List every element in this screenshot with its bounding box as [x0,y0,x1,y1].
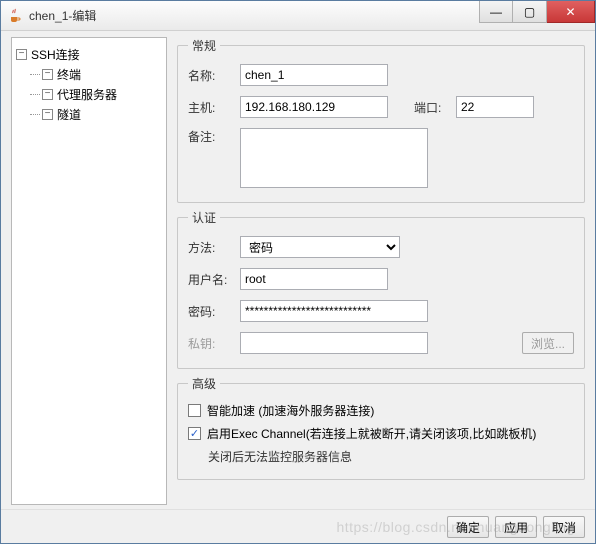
general-legend: 常规 [188,37,220,54]
dialog-window: chen_1-编辑 — ▢ ✕ − SSH连接 − 终端 − 代理服务器 [0,0,596,544]
tree-label: 代理服务器 [57,86,117,103]
exec-label: 启用Exec Channel(若连接上就被断开,请关闭该项,比如跳板机) [207,425,536,442]
port-input[interactable] [456,96,534,118]
ok-button[interactable]: 确定 [447,516,489,538]
title-bar[interactable]: chen_1-编辑 — ▢ ✕ [1,1,595,31]
tree-root-ssh[interactable]: − SSH连接 [16,44,162,64]
accel-label: 智能加速 (加速海外服务器连接) [207,402,374,419]
method-select[interactable]: 密码 [240,236,400,258]
note-label: 备注: [188,128,232,145]
host-label: 主机: [188,99,232,116]
tree-label: SSH连接 [31,46,80,63]
privatekey-input [240,332,428,354]
tree-item-terminal[interactable]: − 终端 [30,64,162,84]
java-cup-icon [7,8,23,24]
auth-group: 认证 方法: 密码 用户名: 密码: 私钥: [177,209,585,369]
maximize-button[interactable]: ▢ [513,1,547,23]
tree-label: 隧道 [57,106,81,123]
browse-button[interactable]: 浏览... [522,332,574,354]
accel-checkbox[interactable] [188,404,201,417]
tree-item-proxy[interactable]: − 代理服务器 [30,84,162,104]
advanced-legend: 高级 [188,375,220,392]
collapse-icon[interactable]: − [16,49,27,60]
dialog-footer: 确定 应用 取消 https://blog.csdn.net/huangdong… [1,509,595,543]
minimize-button[interactable]: — [479,1,513,23]
method-label: 方法: [188,239,232,256]
collapse-icon[interactable]: − [42,69,53,80]
close-button[interactable]: ✕ [547,1,595,23]
note-textarea[interactable] [240,128,428,188]
exec-sublabel: 关闭后无法监控服务器信息 [208,448,574,465]
username-label: 用户名: [188,271,232,288]
password-label: 密码: [188,303,232,320]
general-group: 常规 名称: 主机: 端口: 备注: [177,37,585,203]
window-title: chen_1-编辑 [29,7,479,24]
username-input[interactable] [240,268,388,290]
auth-legend: 认证 [188,209,220,226]
collapse-icon[interactable]: − [42,109,53,120]
tree-label: 终端 [57,66,81,83]
port-label: 端口: [414,99,448,116]
privatekey-label: 私钥: [188,335,232,352]
host-input[interactable] [240,96,388,118]
password-input[interactable] [240,300,428,322]
window-buttons: — ▢ ✕ [479,1,595,30]
tree-item-tunnel[interactable]: − 隧道 [30,104,162,124]
main-panel: 常规 名称: 主机: 端口: 备注: 认证 [177,37,591,505]
collapse-icon[interactable]: − [42,89,53,100]
dialog-content: − SSH连接 − 终端 − 代理服务器 − 隧道 常规 [1,31,595,509]
nav-tree[interactable]: − SSH连接 − 终端 − 代理服务器 − 隧道 [11,37,167,505]
apply-button[interactable]: 应用 [495,516,537,538]
name-label: 名称: [188,67,232,84]
name-input[interactable] [240,64,388,86]
cancel-button[interactable]: 取消 [543,516,585,538]
exec-checkbox[interactable]: ✓ [188,427,201,440]
advanced-group: 高级 智能加速 (加速海外服务器连接) ✓ 启用Exec Channel(若连接… [177,375,585,480]
